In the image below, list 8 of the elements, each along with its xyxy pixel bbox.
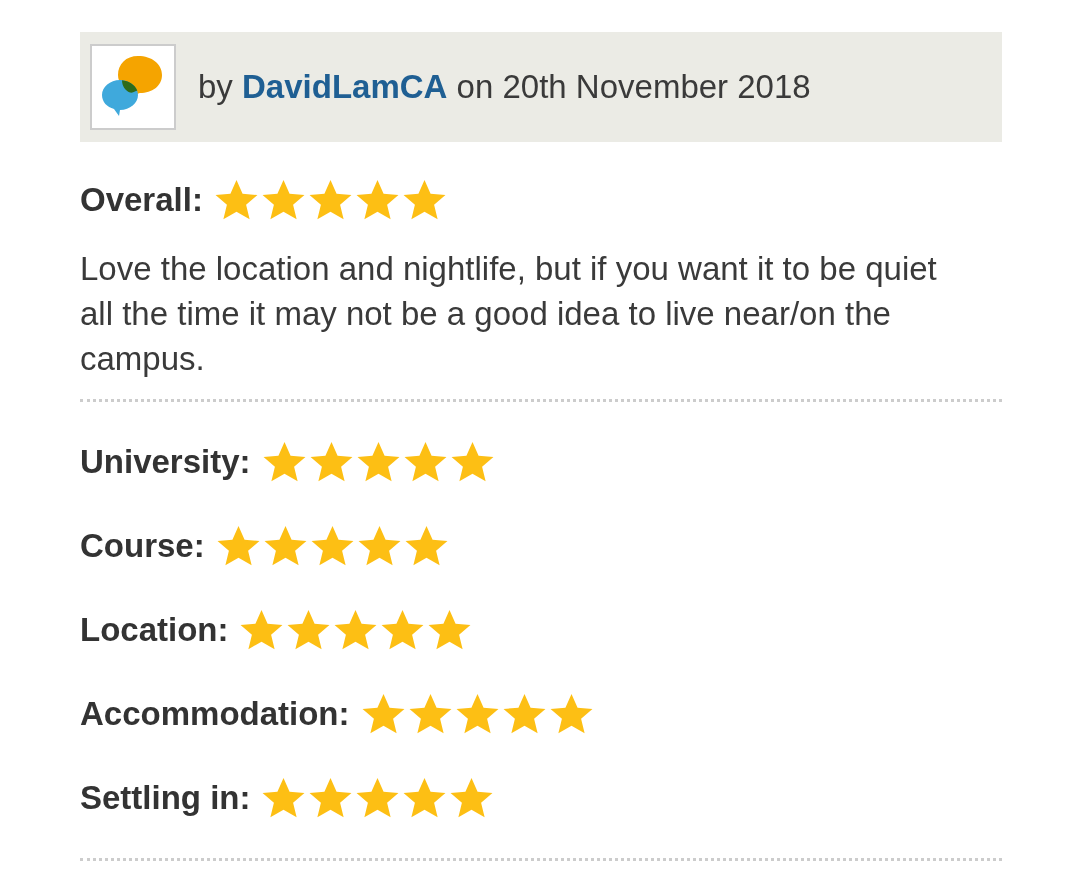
rating-label: Course: [80, 527, 205, 565]
rating-label: Settling in: [80, 779, 251, 817]
rating-label: Accommodation: [80, 695, 350, 733]
rating-label: Location: [80, 611, 229, 649]
review-byline: by DavidLamCA on 20th November 2018 [198, 68, 811, 106]
rating-label: Overall: [80, 181, 203, 219]
review-text: Love the location and nightlife, but if you want it to be quiet all the time it may not be a good idea to live near/on the campus. [80, 249, 938, 379]
rating-label: University: [80, 443, 251, 481]
